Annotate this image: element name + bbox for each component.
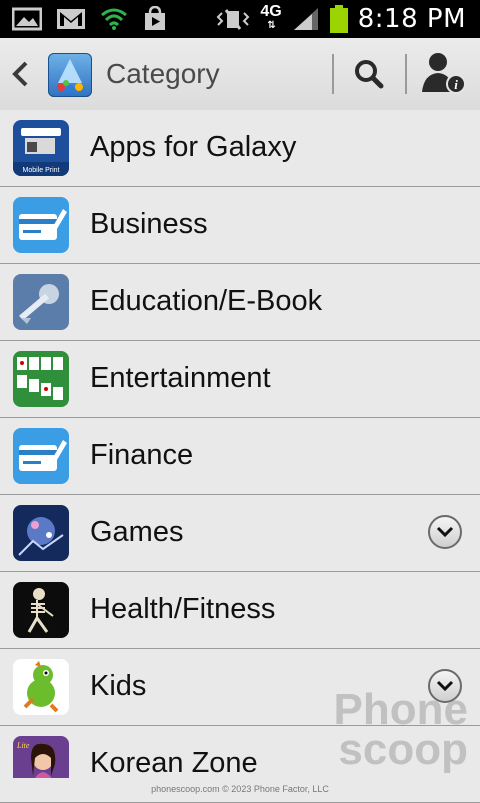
- list-item-apps-for-galaxy[interactable]: Mobile Print Apps for Galaxy: [0, 110, 480, 187]
- battery-icon: [329, 5, 348, 33]
- divider: [332, 54, 334, 94]
- finance-icon: [13, 428, 69, 484]
- list-item-business[interactable]: Business: [0, 187, 480, 264]
- network-type-indicator: 4G ⇅: [260, 3, 282, 33]
- system-status: 4G ⇅ 8:18 PM: [216, 4, 466, 34]
- list-item-education[interactable]: Education/E-Book: [0, 264, 480, 341]
- watermark-footer: phonescoop.com © 2023 Phone Factor, LLC: [0, 778, 480, 800]
- health-fitness-icon: [13, 582, 69, 638]
- wifi-notification-icon: [101, 8, 127, 30]
- watermark-line2: scoop: [338, 725, 468, 774]
- data-arrows-icon: ⇅: [267, 20, 275, 31]
- list-item-games[interactable]: Games: [0, 495, 480, 572]
- list-item-finance[interactable]: Finance: [0, 418, 480, 495]
- list-item-label: Entertainment: [90, 362, 271, 394]
- list-item-entertainment[interactable]: Entertainment: [0, 341, 480, 418]
- back-chevron-icon[interactable]: [10, 60, 32, 88]
- business-icon: [13, 197, 69, 253]
- svg-text:Lite: Lite: [16, 741, 30, 750]
- samsung-apps-logo-icon[interactable]: [48, 53, 92, 97]
- list-item-label: Finance: [90, 439, 194, 471]
- list-item-label: Korean Zone: [90, 747, 258, 779]
- list-item-label: Business: [90, 208, 208, 240]
- clock: 8:18 PM: [357, 4, 466, 34]
- list-item-label: Apps for Galaxy: [90, 131, 297, 163]
- list-item-label: Games: [90, 516, 184, 548]
- svg-text:Mobile Print: Mobile Print: [23, 167, 60, 174]
- expand-games-button[interactable]: [428, 515, 462, 549]
- notification-icons: [12, 6, 168, 32]
- chevron-down-icon: [436, 526, 454, 538]
- action-bar: Category i: [0, 38, 480, 111]
- profile-info-icon[interactable]: i: [414, 48, 474, 100]
- list-item-health-fitness[interactable]: Health/Fitness: [0, 572, 480, 649]
- kids-icon: [13, 659, 69, 715]
- status-bar: 4G ⇅ 8:18 PM: [0, 0, 480, 38]
- games-icon: [13, 505, 69, 561]
- divider: [405, 54, 407, 94]
- svg-text:i: i: [454, 77, 458, 92]
- search-icon[interactable]: [343, 50, 395, 98]
- gmail-notification-icon: [57, 9, 85, 29]
- education-icon: [13, 274, 69, 330]
- entertainment-icon: [13, 351, 69, 407]
- gallery-notification-icon: [12, 7, 42, 31]
- watermark-logo: Phone scoop: [333, 685, 468, 774]
- play-store-notification-icon: [145, 6, 165, 30]
- apps-for-galaxy-icon: Mobile Print: [13, 120, 69, 176]
- signal-strength-icon: [293, 8, 318, 30]
- vibrate-icon: [216, 9, 250, 30]
- list-item-label: Education/E-Book: [90, 285, 323, 317]
- page-title: Category: [106, 58, 220, 89]
- list-item-label: Kids: [90, 670, 147, 702]
- list-item-label: Health/Fitness: [90, 593, 276, 625]
- network-type-label: 4G: [260, 3, 282, 20]
- watermark-line1: Phone: [333, 685, 468, 734]
